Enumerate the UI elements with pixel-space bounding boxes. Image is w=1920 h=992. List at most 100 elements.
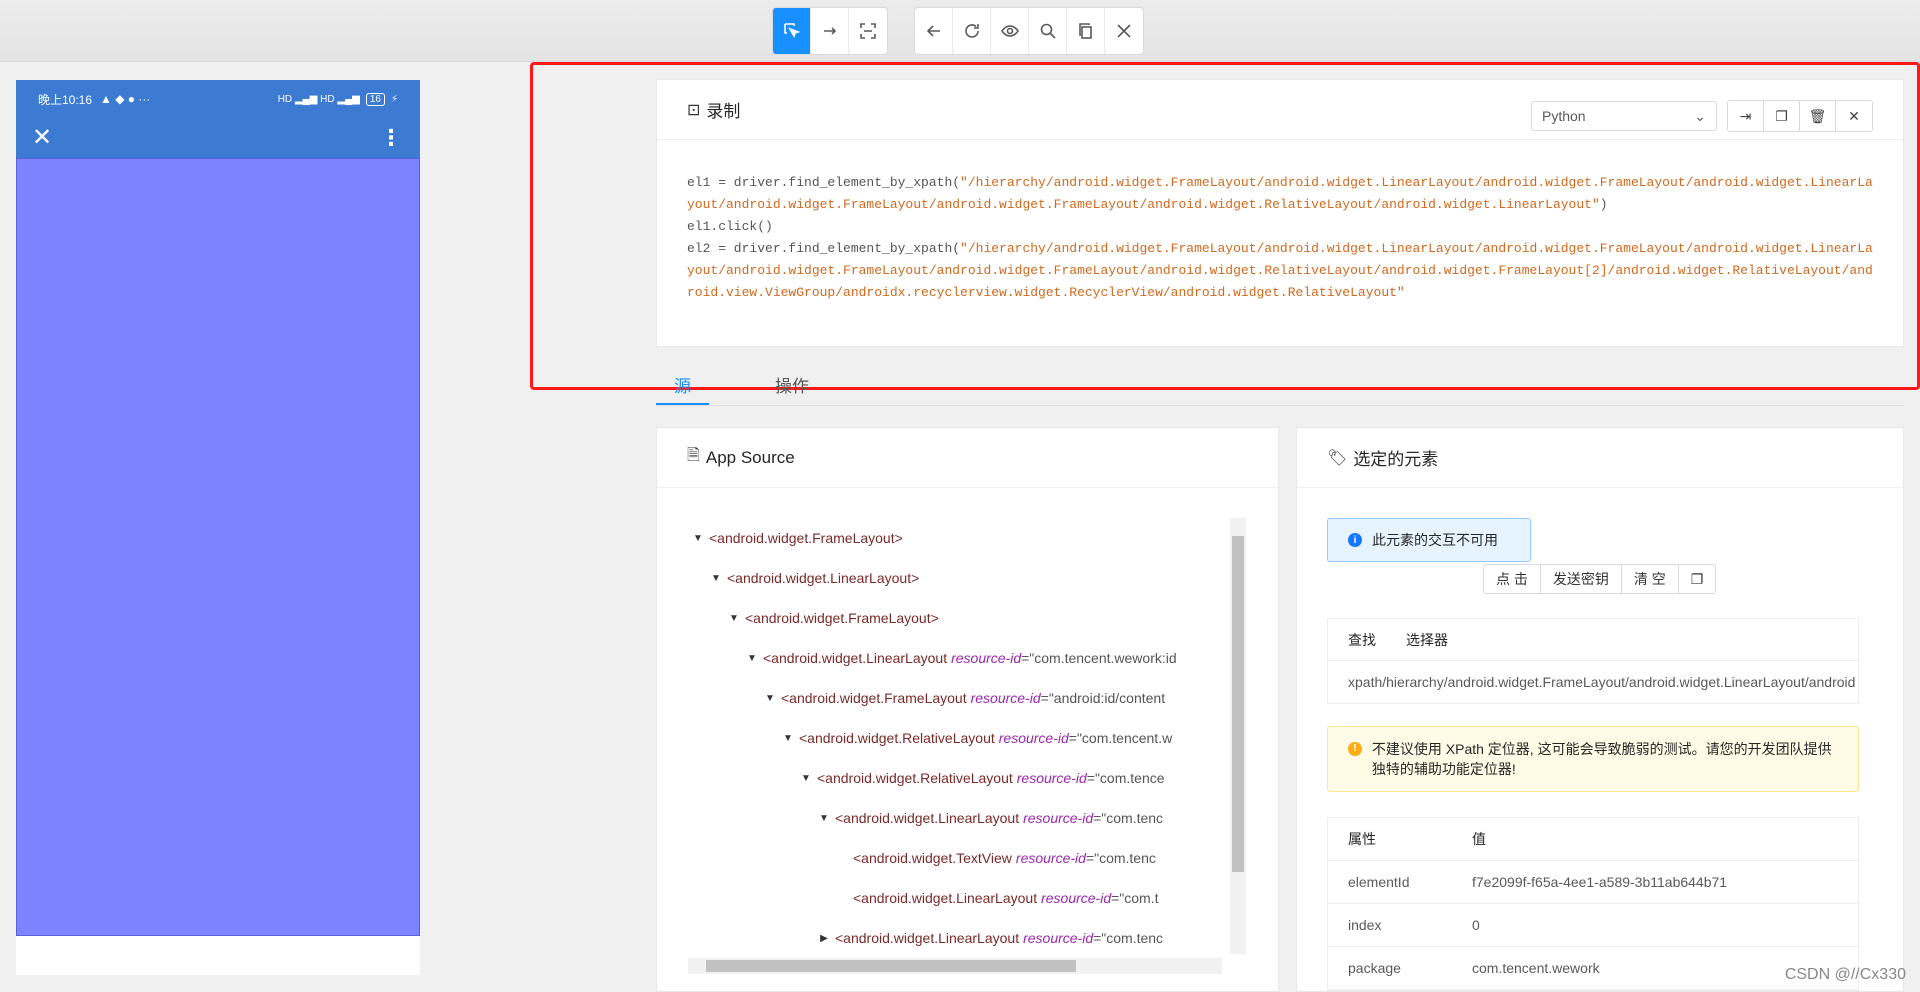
copy-xml-button[interactable] <box>1067 8 1105 54</box>
node-attr-value: ="com.t <box>1111 890 1159 906</box>
language-select[interactable]: Python ⌄ <box>1531 101 1717 131</box>
tree-node[interactable]: <android.widget.TextView resource-id ="com… <box>687 838 1257 878</box>
back-button[interactable] <box>915 8 953 54</box>
tap-coordinates-button[interactable] <box>849 8 887 54</box>
phone-content-area[interactable] <box>16 158 420 936</box>
table-row: index 0 <box>1328 904 1858 947</box>
clear-button[interactable]: 清 空 <box>1622 565 1679 593</box>
source-vertical-scrollbar[interactable] <box>1230 518 1246 954</box>
tree-node[interactable]: <android.widget.LinearLayout resource-id =… <box>687 878 1257 918</box>
tap-by-coordinates-icon <box>860 23 876 39</box>
attribute-name: elementId <box>1348 874 1410 890</box>
node-attr-name: resource-id <box>1015 850 1086 866</box>
source-tree: ▼ <android.widget.FrameLayout> ▼ <android.w… <box>687 518 1257 968</box>
app-source-title: App Source <box>705 447 795 467</box>
code-text: el1 = driver.find_element_by_xpath( <box>687 175 961 190</box>
tree-node[interactable]: ▼ <android.widget.LinearLayout resource-id… <box>687 638 1257 678</box>
code-text: ) <box>1599 197 1608 212</box>
xpath-warning-alert: ! 不建议使用 XPath 定位器, 这可能会导致脆弱的测试。请您的开发团队提供… <box>1327 726 1859 792</box>
warning-icon: ! <box>1348 742 1362 756</box>
chevron-down-icon: ⌄ <box>1694 107 1706 124</box>
show-boilerplate-button[interactable]: ⇥ <box>1728 101 1764 131</box>
clear-actions-button[interactable]: 🗑 <box>1800 101 1836 131</box>
copy-code-button[interactable]: ❐ <box>1764 101 1800 131</box>
scrollbar-thumb[interactable] <box>706 960 1076 972</box>
find-selector-table: 查找 选择器 xpath /hierarchy/android.widget.F… <box>1327 618 1859 704</box>
node-attr-value: ="android:id/content <box>1040 690 1166 706</box>
show-hidden-button[interactable] <box>991 8 1029 54</box>
tree-node[interactable]: ▼ <android.widget.LinearLayout> <box>687 558 1257 598</box>
tap-button[interactable]: 点 击 <box>1484 565 1541 593</box>
column-header: 查找 <box>1348 631 1376 648</box>
mode-button-group <box>772 7 888 55</box>
element-action-buttons: 点 击 发送密钥 清 空 ❐ <box>1483 564 1717 594</box>
tree-node[interactable]: ▼ <android.widget.FrameLayout> <box>687 518 1257 558</box>
eye-icon <box>1000 25 1019 37</box>
app-source-header: 🗎 App Source <box>657 428 1278 488</box>
caret-icon[interactable]: ▶ <box>813 933 835 944</box>
phone-more-icon[interactable]: ⋮ <box>380 125 402 151</box>
column-header: 选择器 <box>1406 631 1448 648</box>
caret-icon[interactable]: ▼ <box>777 733 799 744</box>
table-row[interactable]: xpath /hierarchy/android.widget.FrameLay… <box>1328 661 1858 703</box>
quit-session-button[interactable] <box>1105 8 1143 54</box>
caret-icon[interactable]: ▼ <box>741 653 763 664</box>
node-attr-value: ="com.tenc <box>1093 810 1164 826</box>
caret-icon[interactable]: ▼ <box>687 533 709 544</box>
close-icon <box>1117 24 1131 38</box>
node-attr-value: ="com.tenc <box>1093 930 1164 946</box>
node-attr-name: resource-id <box>1016 770 1087 786</box>
caret-icon[interactable]: ▼ <box>813 813 835 824</box>
tree-node[interactable]: ▶ <android.widget.LinearLayout resource-id… <box>687 918 1257 958</box>
device-screenshot[interactable]: 晚上10:16 ▲ ◆ ● ··· HD ▂▄▆ HD ▂▄▆ 16 ⚡ ✕ ⋮ <box>16 80 420 975</box>
caret-icon[interactable]: ▼ <box>759 693 781 704</box>
node-tag: <android.widget.LinearLayout <box>835 810 1020 826</box>
source-horizontal-scrollbar[interactable] <box>688 958 1222 974</box>
table-row: package com.tencent.wework <box>1328 947 1858 990</box>
phone-time: 晚上10:16 <box>38 92 93 107</box>
terminal-icon: ⊡ <box>687 101 701 119</box>
node-tag: <android.widget.LinearLayout <box>835 930 1020 946</box>
select-mode-button[interactable] <box>773 8 811 54</box>
tab-source[interactable]: 源 <box>656 366 709 405</box>
search-button[interactable] <box>1029 8 1067 54</box>
refresh-button[interactable] <box>953 8 991 54</box>
node-attr-value: ="com.tenc <box>1085 850 1156 866</box>
strategy-cell: xpath <box>1348 674 1383 690</box>
recorder-title: 录制 <box>706 102 741 121</box>
scrollbar-thumb[interactable] <box>1232 536 1244 872</box>
caret-icon[interactable]: ▼ <box>723 613 745 624</box>
node-attr-name: resource-id <box>1023 810 1094 826</box>
tree-node[interactable]: ▼ <android.widget.FrameLayout resource-id =… <box>687 678 1257 718</box>
swipe-mode-button[interactable] <box>811 8 849 54</box>
swipe-icon <box>823 27 836 35</box>
tree-node[interactable]: ▼ <android.widget.LinearLayout resource-id… <box>687 798 1257 838</box>
node-attr-name: resource-id <box>1023 930 1094 946</box>
table-row: elementId f7e2099f-f65a-4ee1-a589-3b11ab6… <box>1328 861 1858 904</box>
attribute-value: com.tencent.wework <box>1472 960 1600 976</box>
phone-close-icon[interactable]: ✕ <box>32 126 52 150</box>
node-tag: <android.widget.RelativeLayout <box>799 730 995 746</box>
refresh-icon <box>964 24 979 38</box>
attribute-name: package <box>1348 960 1401 976</box>
selected-element-title: 选定的元素 <box>1353 450 1439 469</box>
recorder-panel: ⊡ 录制 Python ⌄ ⇥ ❐ 🗑 ✕ el1 = driver.find_… <box>656 79 1904 347</box>
tree-node[interactable]: ▼ <android.widget.RelativeLayout resource-… <box>687 718 1257 758</box>
top-toolbar <box>0 0 1920 62</box>
table-header: 查找 选择器 <box>1328 619 1858 661</box>
caret-icon[interactable]: ▼ <box>795 773 817 784</box>
inspector-tabs: 源 操作 <box>656 366 1904 406</box>
attribute-name: index <box>1348 917 1382 933</box>
close-recorder-button[interactable]: ✕ <box>1836 101 1872 131</box>
code-text: el1.click() <box>687 219 773 234</box>
send-keys-button[interactable]: 发送密钥 <box>1541 565 1622 593</box>
attribute-value: 0 <box>1472 917 1480 933</box>
node-attr-name: resource-id <box>951 650 1022 666</box>
caret-icon[interactable]: ▼ <box>705 573 727 584</box>
tab-actions[interactable]: 操作 <box>757 366 827 405</box>
tree-node[interactable]: ▼ <android.widget.RelativeLayout resource-… <box>687 758 1257 798</box>
device-button-group <box>914 7 1144 55</box>
recorder-actions: ⇥ ❐ 🗑 ✕ <box>1727 100 1873 132</box>
copy-attributes-button[interactable]: ❐ <box>1679 565 1716 593</box>
tree-node[interactable]: ▼ <android.widget.FrameLayout> <box>687 598 1257 638</box>
